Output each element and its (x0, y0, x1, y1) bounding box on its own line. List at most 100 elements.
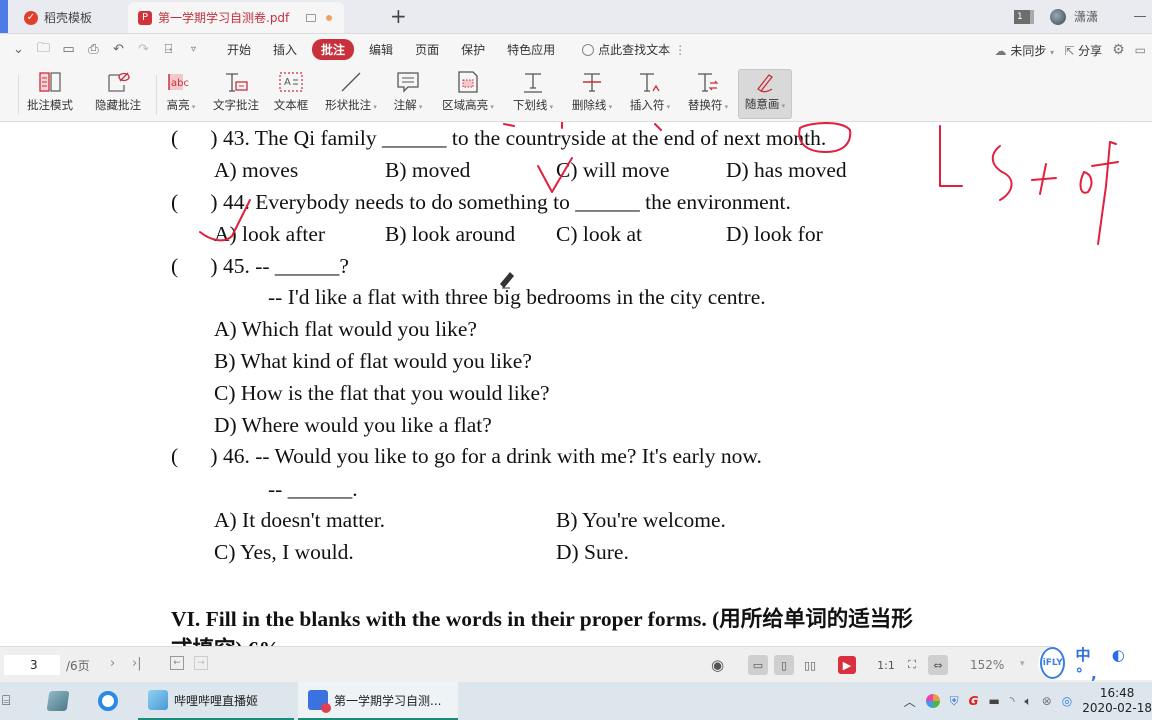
current-page-input[interactable]: 3 (4, 655, 60, 675)
find-text-search[interactable]: 点此查找文本 ⋮ (582, 41, 686, 58)
taskbar-app-bilibili[interactable]: 哔哩哔哩直播姬 (138, 682, 294, 720)
note-button[interactable]: 注解 ▾ (388, 69, 428, 119)
ime-mode-indicators[interactable]: 中 ◐ °, (1075, 644, 1152, 683)
export-icon[interactable]: ⍈ (156, 42, 181, 57)
menu-protect[interactable]: 保护 (450, 41, 496, 58)
browser-app-button[interactable] (98, 682, 126, 720)
wifi-icon[interactable]: ◝ (1010, 694, 1015, 708)
shape-annotation-button[interactable]: 形状批注 ▾ (320, 69, 382, 119)
save-icon[interactable]: ▭ (56, 42, 81, 57)
settings-gear-icon[interactable]: ⚙ (1112, 42, 1125, 58)
ifly-tray-icon[interactable]: ◎ (1062, 694, 1072, 708)
minimize-icon[interactable] (1134, 16, 1146, 17)
print-icon[interactable]: ⎙ (81, 42, 106, 57)
system-tray: ︿ ⛨ G ▬ ◝ 🔈︎ ⊗ ◎ 16:48 2020-02-18 (904, 682, 1152, 720)
actual-size-icon[interactable]: 1:1 (876, 655, 896, 675)
q43-option-c: C) will move (556, 158, 670, 182)
menu-edit[interactable]: 编辑 (358, 41, 404, 58)
last-page-icon[interactable]: ›| (132, 656, 142, 671)
zoom-level[interactable]: 152% (970, 658, 1004, 672)
show-hidden-icons-chevron-icon[interactable]: ︿ (904, 693, 916, 710)
battery-charging-icon[interactable]: ▬ (989, 694, 1000, 708)
g-app-tray-icon[interactable]: G (969, 694, 979, 708)
section-vi-heading: VI. Fill in the blanks with the words in… (171, 607, 913, 631)
security-shield-icon[interactable]: ⛨ (950, 694, 959, 709)
menu-annotate[interactable]: 批注 (312, 39, 355, 60)
next-page-icon[interactable]: › (110, 656, 115, 671)
area-highlight-button[interactable]: 区域高亮 ▾ (438, 69, 498, 119)
textbox-button[interactable]: A 文本框 (270, 69, 312, 119)
tab-pdf-document[interactable]: P 第一学期学习自测卷.pdf (128, 2, 344, 33)
two-page-icon[interactable]: ▯▯ (800, 655, 820, 675)
question-44-stem: ( ) 44. Everybody needs to do something … (171, 190, 791, 214)
underline-button[interactable]: 下划线 ▾ (508, 69, 558, 119)
pdf-page-view[interactable]: ( ) 43. The Qi family ______ to the coun… (0, 122, 1152, 646)
menu-start[interactable]: 开始 (216, 41, 262, 58)
monitor-icon[interactable] (306, 13, 316, 22)
textbox-icon: A (278, 69, 304, 95)
comment-icon[interactable]: ▭ (1135, 43, 1146, 57)
sync-status[interactable]: ☁ 未同步 ▾ (995, 42, 1055, 59)
status-bar: 3 /6页 › ›| ← → ◉ ▭ ▯ ▯▯ ▶ 1:1 ⛶ ⇔ 152% ▾ (0, 646, 1152, 682)
more-vertical-icon[interactable]: ⋮ (674, 43, 686, 57)
docer-icon: ✓ (24, 10, 38, 25)
share-button[interactable]: ⇱ 分享 (1064, 42, 1102, 59)
task-view-icon[interactable]: ⌸ (0, 682, 24, 720)
eye-protection-icon[interactable]: ◉ (711, 656, 724, 674)
menu-page[interactable]: 页面 (404, 41, 450, 58)
chevron-down-icon[interactable]: ⌄ (6, 42, 31, 57)
system-clock[interactable]: 16:48 2020-02-18 (1082, 686, 1152, 716)
taskbar-app-label: 哔哩哔哩直播姬 (174, 693, 259, 708)
back-icon[interactable]: ← (170, 656, 184, 670)
more-dropdown-icon[interactable]: ▿ (181, 44, 206, 55)
open-folder-icon[interactable]: 🗀 (31, 39, 56, 61)
fit-width-icon[interactable]: ⇔ (928, 655, 948, 675)
forward-icon[interactable]: → (194, 656, 208, 670)
section-vi-heading-cont: 式填空) 6% (171, 632, 280, 646)
button-label: 文字批注 (213, 98, 259, 112)
volume-icon[interactable]: 🔈︎ (1025, 694, 1032, 709)
hide-annotation-button[interactable]: 隐藏批注 (90, 69, 146, 119)
text-annotation-button[interactable]: 文字批注 (208, 69, 264, 119)
ifly-logo-icon[interactable]: iFLY (1040, 647, 1066, 679)
replace-button[interactable]: 替换符 ▾ (682, 69, 734, 119)
q46-option-a: A) It doesn't matter. (214, 508, 386, 532)
menu-special-apps[interactable]: 特色应用 (496, 41, 566, 58)
tab-label: 稻壳模板 (44, 11, 93, 25)
close-circle-icon[interactable]: ⊗ (1042, 694, 1052, 708)
new-tab-plus-icon[interactable]: + (390, 4, 407, 28)
username[interactable]: 潇潇 (1074, 8, 1098, 25)
annotation-mode-button[interactable]: 批注模式 (24, 69, 76, 119)
q44-option-a: A) look after (214, 222, 326, 246)
strikethrough-button[interactable]: 删除线 ▾ (566, 69, 618, 119)
area-highlight-icon (455, 69, 481, 95)
highlight-button[interactable]: abc 高亮 ▾ (162, 69, 200, 119)
taskbar-app-label: 第一学期学习自测... (334, 693, 442, 708)
insert-caret-button[interactable]: 插入符 ▾ (624, 69, 676, 119)
button-label: 注解 ▾ (393, 98, 423, 112)
button-label: 文本框 (273, 98, 309, 112)
zoom-dropdown-icon[interactable]: ▾ (1020, 659, 1025, 669)
ifly-ime-toolbar[interactable]: iFLY 中 ◐ °, (1038, 644, 1152, 683)
notepad-app-button[interactable] (46, 682, 76, 720)
ink-letter-o (1079, 171, 1093, 194)
single-page-icon[interactable]: ▯ (774, 655, 794, 675)
ink-letter-t-stem (1039, 163, 1047, 195)
undo-icon[interactable]: ↶ (106, 42, 131, 57)
tab-docer-templates[interactable]: ✓ 稻壳模板 (14, 2, 126, 33)
continuous-view-icon[interactable]: ▭ (748, 655, 768, 675)
strikethrough-icon (579, 69, 605, 95)
q46-option-b: B) You're welcome. (556, 508, 726, 532)
taskbar-app-wps-pdf[interactable]: 第一学期学习自测... (298, 682, 458, 720)
redo-icon[interactable]: ↷ (131, 42, 156, 57)
fit-page-icon[interactable]: ⛶ (902, 655, 922, 675)
menu-insert[interactable]: 插入 (262, 41, 308, 58)
freehand-draw-button[interactable]: 随意画 ▾ (738, 69, 792, 119)
q45-option-d: D) Where would you like a flat? (214, 413, 492, 437)
color-app-tray-icon[interactable] (925, 694, 940, 708)
caret-icon (637, 69, 663, 95)
notification-badge[interactable]: 1 (1013, 9, 1034, 24)
play-slideshow-icon[interactable]: ▶ (838, 656, 856, 674)
avatar[interactable] (1049, 8, 1066, 25)
ink-letter-f-bar (1091, 161, 1119, 167)
